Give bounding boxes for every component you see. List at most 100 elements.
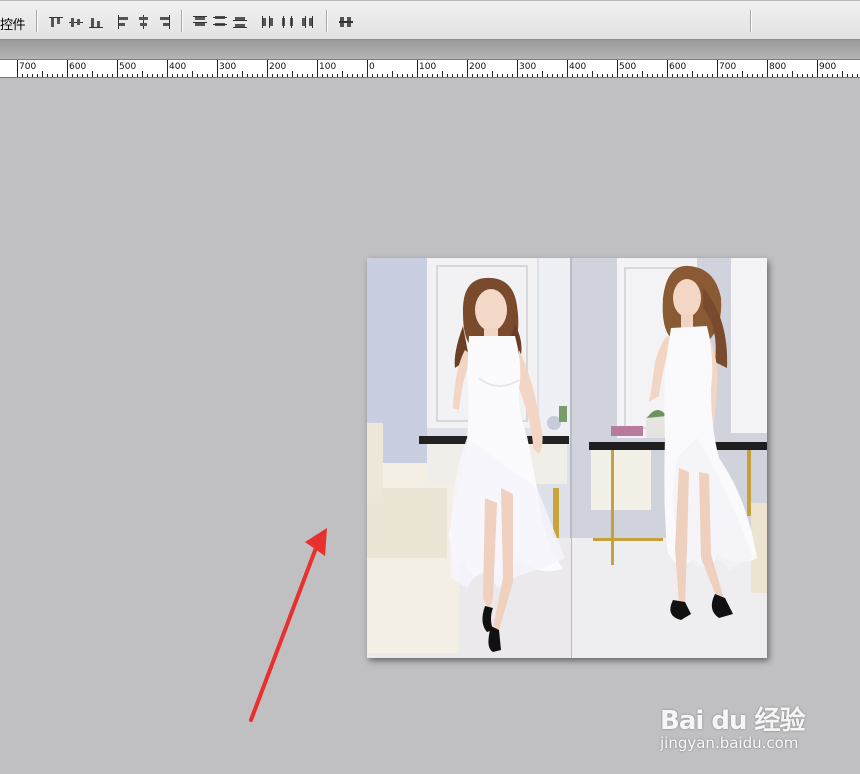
ruler-tick (137, 74, 138, 77)
ruler-tick (167, 60, 168, 77)
options-toolbar: 控件 (0, 0, 860, 40)
ruler-tick (262, 74, 263, 77)
align-top-edges-icon[interactable] (48, 15, 64, 29)
ruler-tick (92, 71, 93, 77)
ruler-tick (112, 74, 113, 77)
ruler-tick (187, 74, 188, 77)
ruler-label: 400 (169, 62, 187, 72)
ruler-tick (87, 74, 88, 77)
ruler-label: 200 (269, 62, 287, 72)
distribute-top-edges-icon[interactable] (192, 15, 208, 29)
ruler-tick (552, 74, 553, 77)
ruler-tick (272, 74, 273, 77)
ruler-label: 900 (819, 62, 837, 72)
ruler-tick (412, 74, 413, 77)
ruler-tick (592, 71, 593, 77)
ruler-tick (697, 74, 698, 77)
ruler-tick (717, 60, 718, 77)
distribute-vertical-centers-icon[interactable] (212, 15, 228, 29)
ruler-tick (727, 74, 728, 77)
ruler-tick (637, 74, 638, 77)
ruler-label: 700 (19, 62, 37, 72)
ruler-tick (152, 74, 153, 77)
ruler-tick (857, 74, 858, 77)
distribute-horizontal-centers-icon[interactable] (280, 15, 296, 29)
align-left-edges-icon[interactable] (116, 15, 132, 29)
ruler-tick (707, 74, 708, 77)
ruler-tick (657, 74, 658, 77)
ruler-tick (517, 60, 518, 77)
ruler-tick (22, 74, 23, 77)
ruler-tick (797, 74, 798, 77)
ruler-tick (722, 74, 723, 77)
ruler-tick (302, 74, 303, 77)
ruler-tick (452, 74, 453, 77)
align-horizontal-centers-icon[interactable] (136, 15, 152, 29)
ruler-tick (197, 74, 198, 77)
ruler-tick (547, 74, 548, 77)
ruler-tick (652, 74, 653, 77)
ruler-tick (202, 74, 203, 77)
ruler-tick (227, 74, 228, 77)
align-right-edges-icon[interactable] (156, 15, 172, 29)
ruler-label: 400 (569, 62, 587, 72)
ruler-tick (597, 74, 598, 77)
align-bottom-edges-icon[interactable] (88, 15, 104, 29)
ruler-tick (447, 74, 448, 77)
document-tab-strip (0, 40, 860, 60)
ruler-label: 100 (319, 62, 337, 72)
ruler-tick (282, 74, 283, 77)
horizontal-ruler[interactable]: 700 600 500 400 300 200 100 0 100 200 30… (0, 60, 860, 78)
ruler-tick (217, 60, 218, 77)
dress-product-photo[interactable] (367, 258, 767, 658)
ruler-tick (482, 74, 483, 77)
ruler-tick (737, 74, 738, 77)
ruler-tick (497, 74, 498, 77)
ruler-tick (527, 74, 528, 77)
distribute-bottom-edges-icon[interactable] (232, 15, 248, 29)
ruler-tick (522, 74, 523, 77)
ruler-tick (422, 74, 423, 77)
auto-align-layers-icon[interactable] (338, 15, 354, 29)
ruler-tick (77, 74, 78, 77)
ruler-tick (512, 74, 513, 77)
ruler-tick (162, 74, 163, 77)
ruler-tick (192, 71, 193, 77)
ruler-label: 500 (619, 62, 637, 72)
ruler-tick (677, 74, 678, 77)
ruler-tick (792, 71, 793, 77)
ruler-tick (757, 74, 758, 77)
ruler-tick (627, 74, 628, 77)
ruler-label: 300 (519, 62, 537, 72)
ruler-tick (312, 74, 313, 77)
distribute-left-edges-icon[interactable] (260, 15, 276, 29)
ruler-tick (622, 74, 623, 77)
ruler-tick (97, 74, 98, 77)
ruler-tick (732, 74, 733, 77)
ruler-tick (182, 74, 183, 77)
ruler-tick (832, 74, 833, 77)
ruler-tick (742, 71, 743, 77)
ruler-tick (557, 74, 558, 77)
ruler-tick (612, 74, 613, 77)
align-vertical-centers-icon[interactable] (68, 15, 84, 29)
ruler-tick (477, 74, 478, 77)
ruler-tick (392, 71, 393, 77)
ruler-tick (307, 74, 308, 77)
ruler-tick (672, 74, 673, 77)
ruler-tick (47, 74, 48, 77)
ruler-tick (117, 60, 118, 77)
ruler-tick (817, 60, 818, 77)
ruler-tick (567, 60, 568, 77)
ruler-tick (352, 74, 353, 77)
ruler-label: 0 (369, 62, 375, 72)
ruler-tick (232, 74, 233, 77)
ruler-tick (682, 74, 683, 77)
ruler-tick (417, 60, 418, 77)
ruler-tick (127, 74, 128, 77)
distribute-right-edges-icon[interactable] (300, 15, 316, 29)
toolbar-separator (36, 10, 37, 32)
ruler-tick (292, 71, 293, 77)
show-transform-controls-label[interactable]: 控件 (0, 14, 26, 33)
ruler-tick (462, 74, 463, 77)
